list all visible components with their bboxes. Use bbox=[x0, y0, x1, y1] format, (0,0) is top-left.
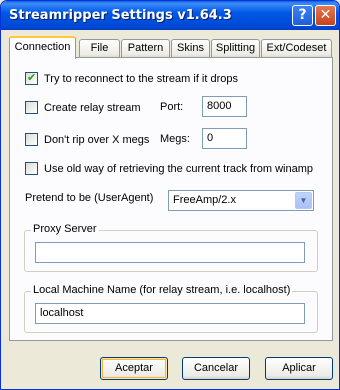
relay-checkbox[interactable] bbox=[25, 101, 38, 114]
tab-ext-codeset[interactable]: Ext/Codeset bbox=[261, 39, 332, 58]
port-label: Port: bbox=[160, 101, 184, 113]
megs-field[interactable]: 0 bbox=[202, 128, 247, 149]
tab-splitting[interactable]: Splitting bbox=[211, 39, 260, 58]
cancel-button[interactable]: Cancelar bbox=[182, 357, 250, 380]
window-title: Streamripper Settings v1.64.3 bbox=[9, 8, 232, 23]
tab-strip: Connection File Pattern Skins Splitting … bbox=[9, 36, 333, 59]
old-way-checkbox[interactable] bbox=[25, 162, 38, 175]
reconnect-label: Try to reconnect to the stream if it dro… bbox=[44, 72, 239, 85]
connection-panel: Try to reconnect to the stream if it dro… bbox=[9, 57, 333, 341]
old-way-label: Use old way of retrieving the current tr… bbox=[44, 162, 313, 175]
proxy-field[interactable] bbox=[35, 242, 305, 263]
old-way-option[interactable]: Use old way of retrieving the current tr… bbox=[25, 162, 313, 175]
useragent-value: FreeAmp/2.x bbox=[173, 194, 236, 206]
tab-pattern[interactable]: Pattern bbox=[121, 39, 170, 58]
close-icon[interactable]: ✕ bbox=[315, 5, 336, 26]
relay-label: Create relay stream bbox=[44, 101, 141, 114]
proxy-group-title: Proxy Server bbox=[31, 223, 99, 235]
no-rip-option[interactable]: Don't rip over X megs bbox=[25, 133, 149, 146]
chevron-down-icon[interactable]: ▼ bbox=[295, 192, 312, 209]
tab-file[interactable]: File bbox=[79, 39, 120, 58]
local-machine-group-title: Local Machine Name (for relay stream, i.… bbox=[31, 284, 293, 296]
no-rip-checkbox[interactable] bbox=[25, 133, 38, 146]
local-machine-field[interactable]: localhost bbox=[35, 303, 305, 324]
tab-connection[interactable]: Connection bbox=[9, 36, 76, 59]
no-rip-label: Don't rip over X megs bbox=[44, 133, 150, 146]
useragent-select[interactable]: FreeAmp/2.x ▼ bbox=[168, 190, 314, 211]
megs-label: Megs: bbox=[160, 133, 190, 145]
reconnect-checkbox[interactable] bbox=[25, 71, 38, 85]
settings-dialog: Streamripper Settings v1.64.3 ? ✕ Connec… bbox=[0, 0, 340, 390]
relay-option[interactable]: Create relay stream bbox=[25, 101, 141, 114]
ok-button[interactable]: Aceptar bbox=[100, 357, 168, 380]
proxy-group: Proxy Server bbox=[24, 223, 318, 272]
local-machine-group: Local Machine Name (for relay stream, i.… bbox=[24, 284, 318, 333]
apply-button[interactable]: Aplicar bbox=[265, 357, 333, 380]
port-field[interactable]: 8000 bbox=[202, 96, 247, 117]
reconnect-option[interactable]: Try to reconnect to the stream if it dro… bbox=[25, 71, 239, 85]
useragent-label: Pretend to be (UserAgent) bbox=[25, 192, 154, 204]
title-bar[interactable]: Streamripper Settings v1.64.3 ? ✕ bbox=[1, 1, 339, 30]
help-button[interactable]: ? bbox=[292, 5, 313, 26]
tab-skins[interactable]: Skins bbox=[171, 39, 210, 58]
